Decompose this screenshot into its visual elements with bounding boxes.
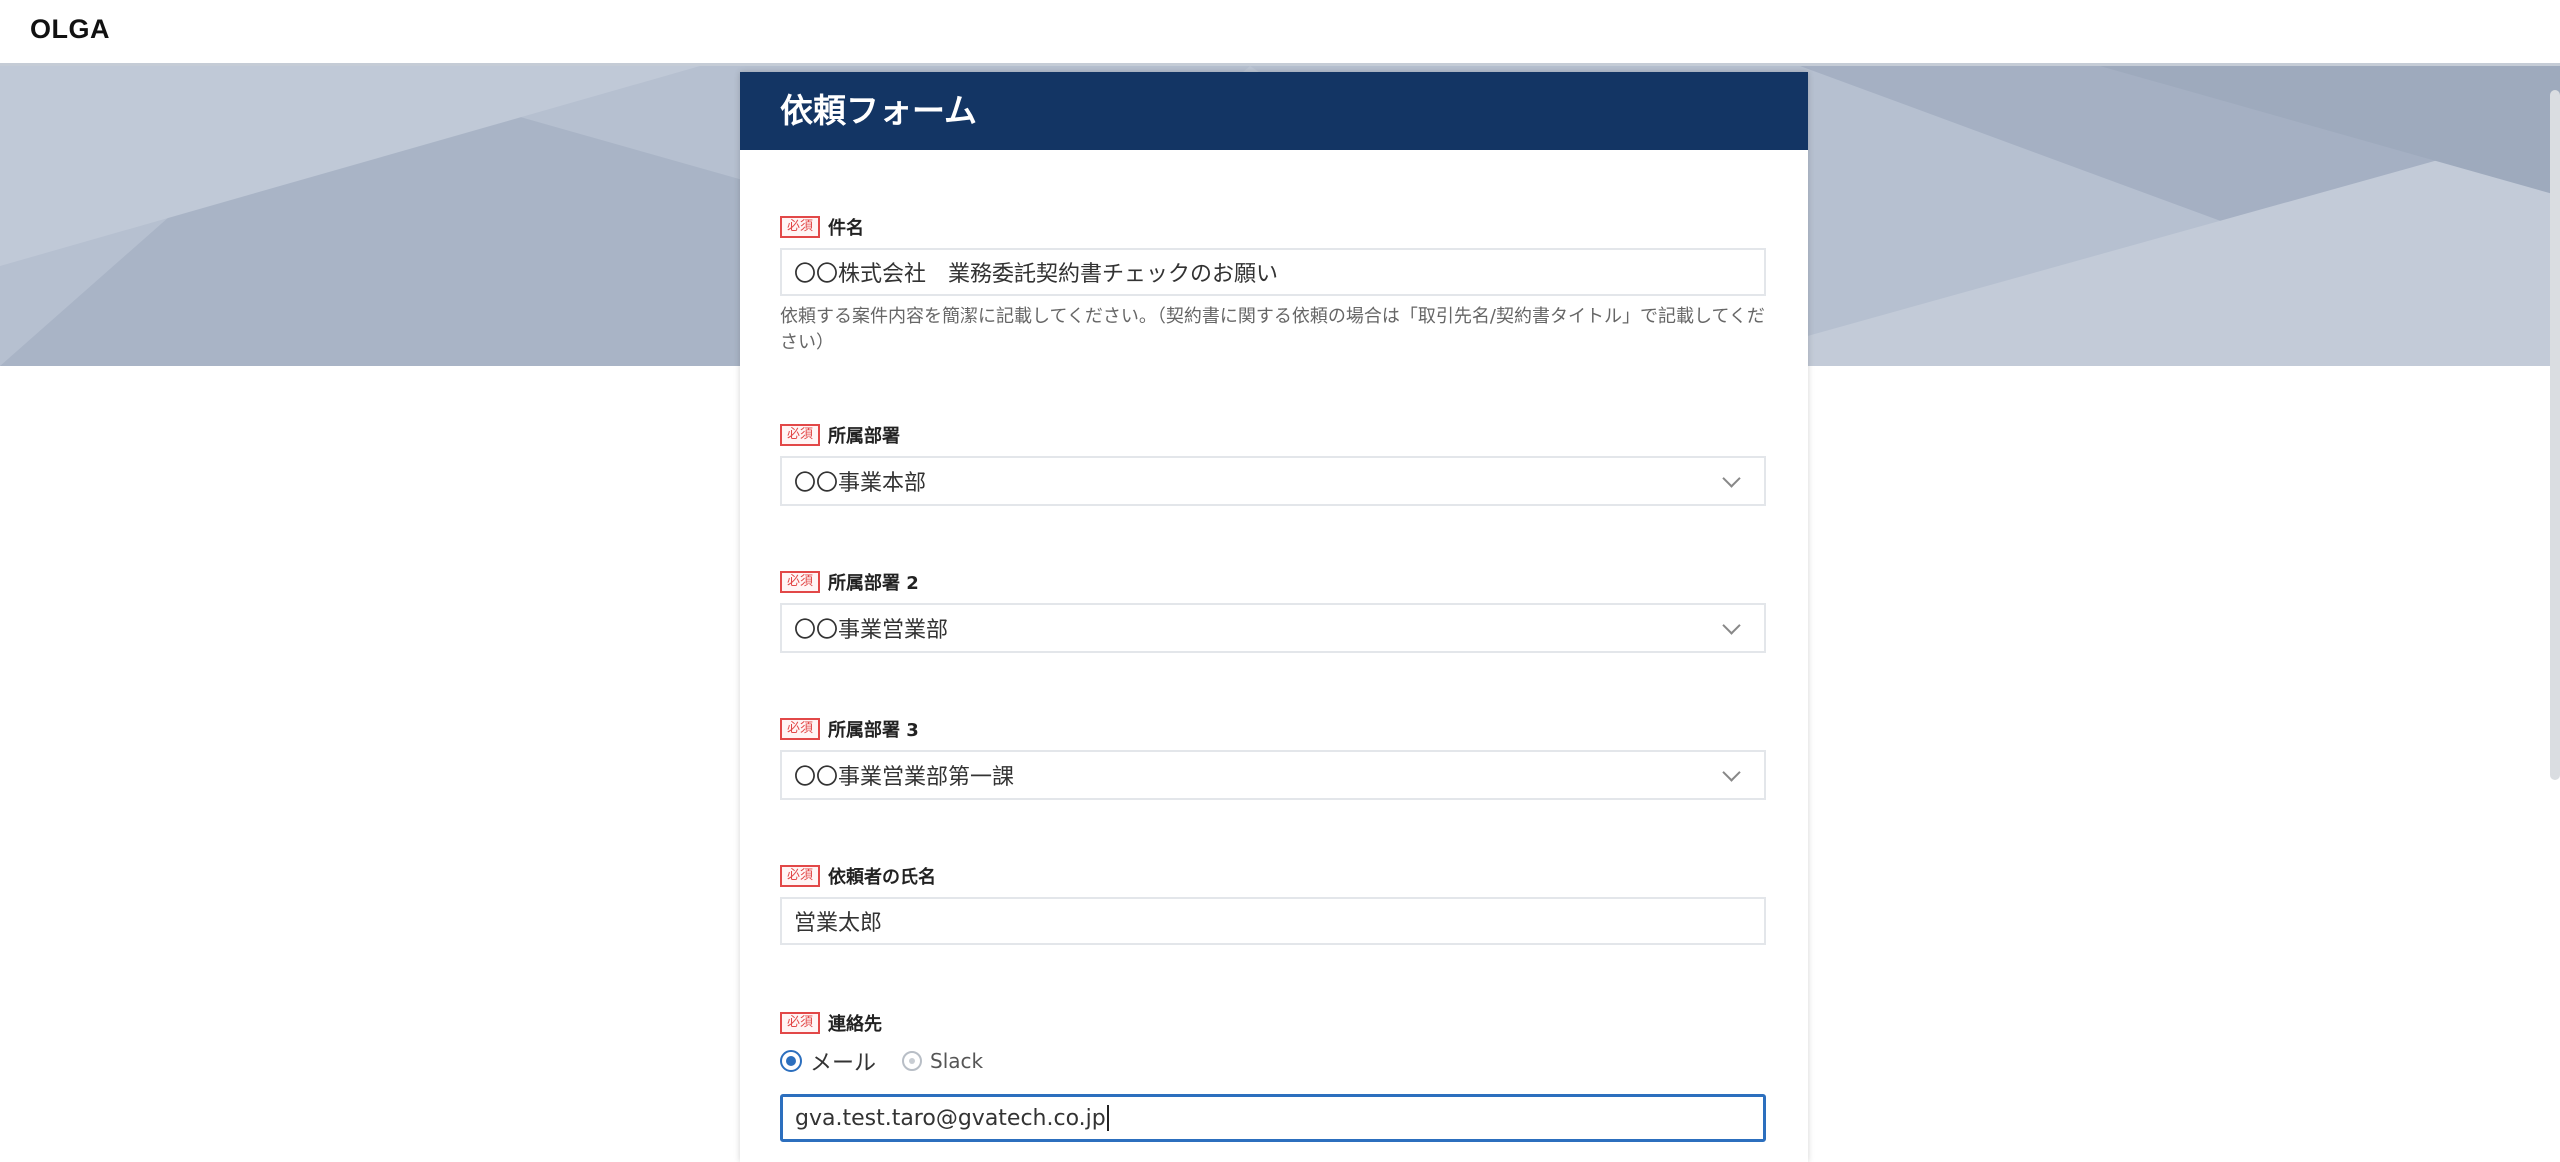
text-caret [1106, 1105, 1109, 1131]
department1-label: 所属部署 [828, 426, 901, 447]
chevron-down-icon [1722, 468, 1741, 488]
app-header: OLGA [0, 0, 2560, 66]
required-badge: 必須 [780, 216, 821, 238]
subject-field: 必須 件名 〇〇株式会社 業務委託契約書チェックのお願い 依頼する案件内容を簡潔… [780, 214, 1766, 356]
brand-logo[interactable]: OLGA [30, 14, 110, 45]
department2-value: 〇〇事業営業部 [794, 618, 949, 643]
radio-checked-icon [780, 1050, 802, 1072]
requester-name-label: 依頼者の氏名 [828, 867, 937, 888]
contact-radio-email[interactable]: メール [780, 1045, 876, 1077]
department2-select[interactable]: 〇〇事業営業部 [780, 603, 1766, 653]
contact-method-radio-group: メール Slack [780, 1046, 1766, 1076]
department3-value: 〇〇事業営業部第一課 [794, 765, 1015, 790]
contact-option-email-label: メール [810, 1051, 877, 1076]
requester-name-input[interactable]: 営業太郎 [780, 897, 1766, 945]
form-title: 依頼フォーム [740, 72, 1808, 150]
department2-field: 必須 所属部署 2 〇〇事業営業部 [780, 569, 1766, 653]
page-scrollbar[interactable] [2550, 90, 2560, 780]
department3-select[interactable]: 〇〇事業営業部第一課 [780, 750, 1766, 800]
required-badge: 必須 [780, 571, 821, 593]
required-badge: 必須 [780, 1012, 821, 1034]
department3-field: 必須 所属部署 3 〇〇事業営業部第一課 [780, 716, 1766, 800]
requester-name-field: 必須 依頼者の氏名 営業太郎 [780, 863, 1766, 945]
required-badge: 必須 [780, 424, 821, 446]
subject-label: 件名 [828, 218, 865, 239]
department1-select[interactable]: 〇〇事業本部 [780, 456, 1766, 506]
required-badge: 必須 [780, 718, 821, 740]
radio-unchecked-icon [902, 1051, 923, 1071]
department1-value: 〇〇事業本部 [794, 471, 927, 496]
chevron-down-icon [1722, 615, 1741, 635]
contact-email-input[interactable]: gva.test.taro@gvatech.co.jp [780, 1094, 1766, 1142]
required-badge: 必須 [780, 865, 821, 887]
department1-field: 必須 所属部署 〇〇事業本部 [780, 422, 1766, 506]
contact-email-value: gva.test.taro@gvatech.co.jp [795, 1105, 1106, 1131]
subject-input[interactable]: 〇〇株式会社 業務委託契約書チェックのお願い [780, 248, 1766, 296]
contact-label: 連絡先 [828, 1014, 883, 1035]
request-form: 依頼フォーム 必須 件名 〇〇株式会社 業務委託契約書チェックのお願い 依頼する… [740, 72, 1808, 1162]
department2-label: 所属部署 2 [828, 573, 919, 594]
contact-radio-slack[interactable]: Slack [902, 1049, 983, 1073]
subject-help-text: 依頼する案件内容を簡潔に記載してください。（契約書に関する依頼の場合は「取引先名… [780, 306, 1765, 353]
contact-field: 必須 連絡先 メール Slack gva.test.taro@gvatech.c… [780, 1010, 1766, 1142]
contact-option-slack-label: Slack [930, 1049, 984, 1073]
chevron-down-icon [1722, 762, 1741, 782]
department3-label: 所属部署 3 [828, 720, 919, 741]
